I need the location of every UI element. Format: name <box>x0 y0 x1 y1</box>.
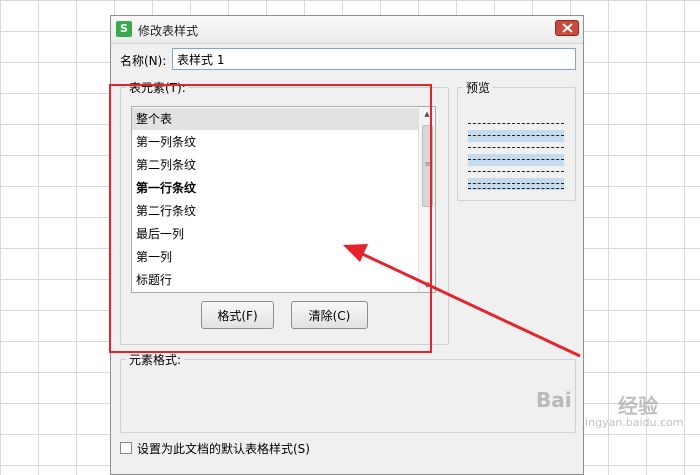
close-button[interactable] <box>555 20 579 36</box>
default-style-checkbox[interactable] <box>120 442 132 454</box>
dialog-title: 修改表样式 <box>138 24 199 38</box>
element-format-group <box>120 359 576 433</box>
title-bar: S 修改表样式 <box>111 16 583 44</box>
annotation-highlight-rect <box>109 84 432 353</box>
baidu-jingyan-watermark: Bai 经验 jingyan.baidu.com <box>536 370 686 430</box>
element-format-label: 元素格式: <box>126 351 185 368</box>
name-input[interactable] <box>172 48 576 70</box>
wps-app-icon: S <box>116 21 132 37</box>
style-preview <box>468 108 564 190</box>
watermark-cn-text: 经验 <box>618 394 658 418</box>
watermark-url: jingyan.baidu.com <box>582 416 684 429</box>
close-icon <box>562 23 573 33</box>
default-style-checkbox-label: 设置为此文档的默认表格样式(S) <box>137 442 310 456</box>
preview-label: 预览 <box>463 79 494 96</box>
name-label: 名称(N): <box>120 54 167 68</box>
watermark-logo-text: Bai <box>536 388 572 412</box>
